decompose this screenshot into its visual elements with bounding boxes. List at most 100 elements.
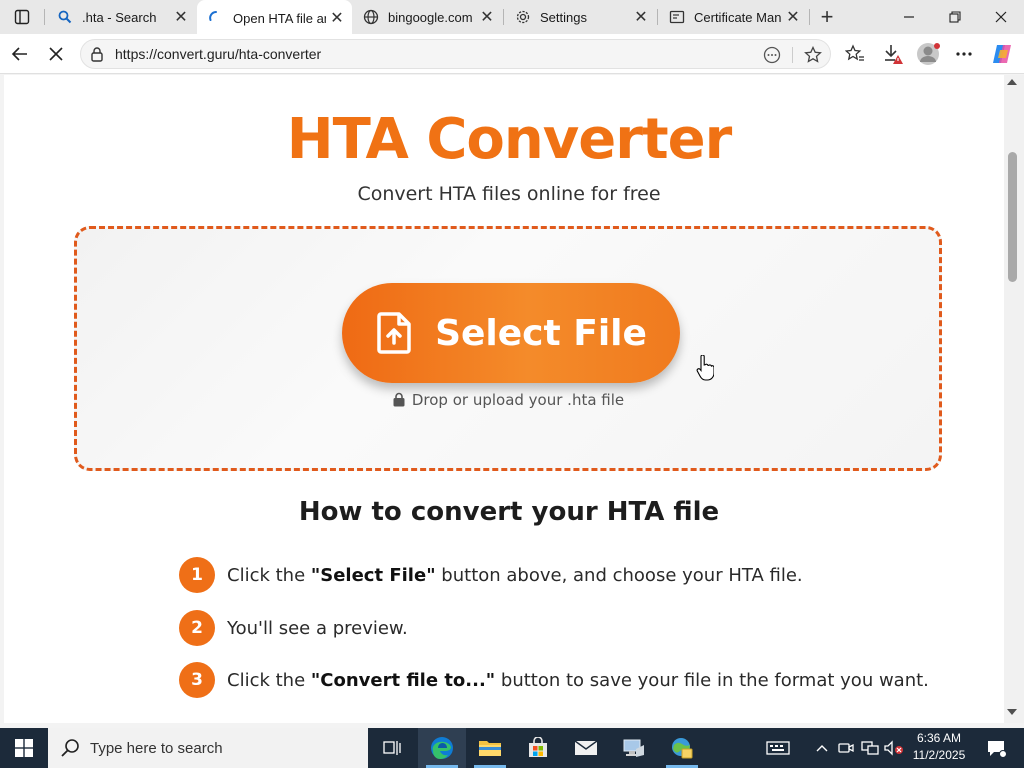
search-icon — [61, 739, 79, 757]
tray-network[interactable] — [859, 728, 881, 768]
page-title: HTA Converter — [286, 107, 732, 172]
tab-hta-search[interactable]: .hta - Search ✕ — [46, 0, 196, 34]
scrollbar-thumb[interactable] — [1008, 152, 1017, 282]
mail-icon — [574, 740, 598, 755]
close-tab-icon[interactable]: ✕ — [630, 6, 652, 28]
select-file-button[interactable]: Select File — [342, 283, 680, 383]
taskbar-edge-button[interactable] — [418, 728, 466, 768]
drop-hint-text: Drop or upload your .hta file — [411, 391, 625, 409]
windows-logo-icon — [15, 739, 33, 757]
close-tab-icon[interactable]: ✕ — [170, 6, 192, 28]
edge-browser-icon — [431, 737, 453, 759]
page-subtitle: Convert HTA files online for free — [357, 183, 661, 205]
show-hidden-icons-button[interactable] — [811, 728, 833, 768]
task-view-button[interactable] — [368, 728, 416, 768]
taskbar-network-app-button[interactable] — [610, 728, 658, 768]
certificate-globe-icon — [672, 738, 693, 759]
close-tab-icon[interactable]: ✕ — [782, 6, 804, 28]
tab-actions-button[interactable] — [0, 0, 44, 34]
network-icon — [861, 741, 879, 755]
taskbar-mail-button[interactable] — [562, 728, 610, 768]
url-text[interactable]: https://convert.guru/hta-converter — [115, 46, 321, 62]
gear-icon — [512, 8, 534, 26]
browser-toolbar: https://convert.guru/hta-converter — [0, 34, 1024, 74]
hand-pointer-cursor-icon — [696, 355, 714, 381]
network-computer-icon — [623, 739, 644, 757]
loading-icon — [205, 9, 227, 27]
tab-title: .hta - Search — [82, 9, 157, 25]
new-tab-button[interactable]: + — [812, 2, 842, 32]
howto-heading: How to convert your HTA file — [298, 497, 720, 527]
file-dropzone[interactable]: Select File Drop or upload your .hta fil… — [74, 226, 942, 471]
taskbar-search-box[interactable]: Type here to search — [48, 728, 368, 768]
step-text: Click the "Select File" button above, an… — [227, 564, 803, 586]
scroll-up-arrow-icon[interactable] — [1007, 79, 1017, 85]
tab-bingoogle[interactable]: bingoogle.com ✕ — [352, 0, 502, 34]
more-dots-icon — [956, 52, 972, 56]
minimize-button[interactable] — [886, 0, 932, 34]
tray-meet-now[interactable] — [835, 728, 857, 768]
howto-step: 3 Click the "Convert file to..." button … — [179, 662, 929, 698]
tab-title: bingoogle.com — [388, 9, 473, 25]
taskbar-file-explorer-button[interactable] — [466, 728, 514, 768]
folder-icon — [479, 741, 501, 756]
site-info-lock-icon[interactable] — [89, 46, 105, 67]
tab-settings[interactable]: Settings ✕ — [504, 0, 656, 34]
copilot-button[interactable] — [986, 38, 1018, 70]
action-center-button[interactable] — [978, 728, 1014, 768]
settings-more-button[interactable] — [948, 38, 980, 70]
taskbar-certificate-app-button[interactable] — [658, 728, 706, 768]
task-view-icon — [383, 741, 401, 755]
favorites-icon — [845, 44, 864, 61]
clock-date: 11/2/2025 — [912, 748, 966, 762]
close-tab-icon[interactable]: ✕ — [476, 6, 498, 28]
taskbar-store-button[interactable] — [514, 728, 562, 768]
close-window-button[interactable] — [978, 0, 1024, 34]
minimize-icon — [904, 16, 914, 18]
close-icon — [995, 11, 1007, 23]
favorite-star-icon[interactable] — [802, 44, 824, 66]
certificate-icon — [666, 8, 688, 26]
restore-button[interactable] — [932, 0, 978, 34]
profile-button[interactable] — [912, 38, 944, 70]
howto-step: 2 You'll see a preview. — [179, 610, 408, 646]
taskbar-clock[interactable]: 6:36 AM 11/2/2025 — [906, 730, 972, 766]
search-icon — [54, 8, 76, 26]
restore-icon — [949, 11, 961, 23]
store-bag-icon — [529, 737, 547, 757]
stop-x-icon — [49, 47, 63, 61]
lock-icon — [393, 392, 405, 407]
step-number-badge: 3 — [179, 662, 215, 698]
avatar — [917, 43, 940, 65]
globe-icon — [360, 8, 382, 26]
vertical-scrollbar[interactable] — [1004, 75, 1024, 723]
file-upload-icon — [377, 312, 411, 354]
chevron-up-icon — [816, 745, 828, 752]
back-button[interactable] — [4, 38, 36, 70]
stop-loading-button[interactable] — [40, 38, 72, 70]
notification-icon — [988, 741, 1006, 758]
howto-step: 1 Click the "Select File" button above, … — [179, 557, 803, 593]
tab-open-hta[interactable]: Open HTA file an ✕ — [197, 0, 352, 36]
tab-title: Certificate Manag — [694, 9, 782, 25]
page-viewport: HTA Converter Convert HTA files online f… — [4, 75, 1008, 723]
favorites-button[interactable] — [839, 38, 871, 70]
clock-time: 6:36 AM — [916, 731, 962, 745]
tray-notification-app[interactable] — [760, 728, 796, 768]
start-button[interactable] — [0, 728, 48, 768]
scroll-down-arrow-icon[interactable] — [1007, 709, 1017, 715]
tab-title: Open HTA file an — [233, 10, 326, 26]
step-text: You'll see a preview. — [227, 617, 408, 639]
downloads-button[interactable] — [877, 38, 909, 70]
tray-volume[interactable] — [883, 728, 905, 768]
step-number-badge: 2 — [179, 610, 215, 646]
volume-muted-icon — [884, 740, 903, 756]
back-arrow-icon — [11, 47, 27, 61]
camera-icon — [838, 743, 854, 753]
tab-certificate-manager[interactable]: Certificate Manag ✕ — [658, 0, 808, 34]
close-tab-icon[interactable]: ✕ — [326, 7, 348, 29]
reading-mode-icon[interactable] — [761, 44, 783, 66]
copilot-icon — [993, 45, 1011, 63]
address-bar[interactable]: https://convert.guru/hta-converter — [80, 39, 831, 69]
select-file-label: Select File — [435, 312, 647, 354]
